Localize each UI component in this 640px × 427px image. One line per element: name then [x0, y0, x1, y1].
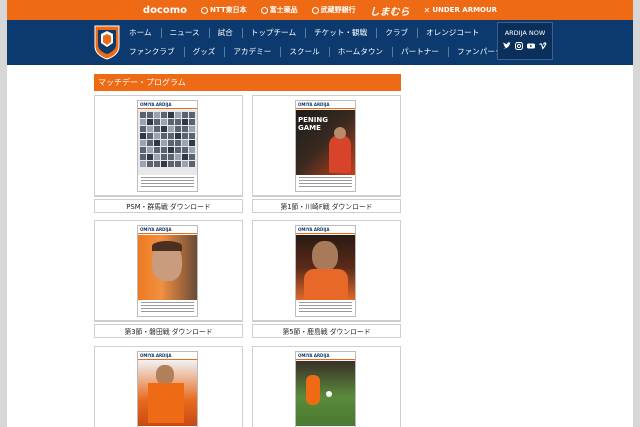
- nav-match[interactable]: 試合: [208, 28, 242, 38]
- program-card[interactable]: OMIYA ARDIJA PSM・群馬戦 ダウンロード: [94, 95, 243, 213]
- cover-ball: [326, 391, 332, 397]
- nav-row-secondary: ファンクラブ グッズ アカデミー スクール ホームタウン パートナー ファンパー…: [129, 47, 512, 57]
- cover-masthead: OMIYA ARDIJA: [296, 352, 355, 360]
- program-card[interactable]: OMIYA ARDIJA 第5節・鹿島戦 ダウンロード: [252, 220, 401, 338]
- cover-player-figure: [329, 135, 351, 173]
- program-download-link[interactable]: 第1節・川崎F戦 ダウンロード: [252, 199, 401, 213]
- cover-photo: PENING GAME: [296, 110, 355, 175]
- program-card[interactable]: OMIYA ARDIJA PENING GAME 第1節・川崎F戦 ダウンロード: [252, 95, 401, 213]
- cover-player-hair: [152, 241, 182, 251]
- cover-footer: [138, 300, 197, 316]
- cover-player-body: [304, 269, 348, 301]
- cover-photo: [296, 235, 355, 301]
- club-crest-logo[interactable]: [94, 24, 120, 60]
- cover-player-face: [156, 365, 174, 385]
- twitter-icon[interactable]: [503, 42, 511, 50]
- page-frame: docomo NTT東日本 富士薬品 武蔵野銀行 しまむら ✕ UNDER ARM…: [7, 0, 633, 427]
- program-thumb-area: OMIYA ARDIJA: [95, 221, 242, 321]
- cover-player-body: [148, 383, 184, 423]
- cover-masthead: OMIYA ARDIJA: [138, 101, 197, 109]
- section-title: マッチデー・プログラム: [94, 74, 401, 91]
- ardija-now-label: ARDIJA NOW: [504, 29, 546, 37]
- sponsor-shimamura[interactable]: しまむら: [370, 3, 410, 18]
- cover-photo: [138, 361, 197, 426]
- ardija-now-box[interactable]: ARDIJA NOW: [497, 22, 553, 60]
- sponsor-underarmour-label: UNDER ARMOUR: [432, 6, 498, 14]
- program-thumb-area: OMIYA ARDIJA: [95, 347, 242, 427]
- cover-player-face: [312, 241, 338, 271]
- main-nav: ホーム ニュース 試合 トップチーム チケット・観戦 クラブ オレンジコート フ…: [7, 20, 633, 65]
- program-cover-image[interactable]: OMIYA ARDIJA: [295, 225, 356, 317]
- vimeo-icon[interactable]: [539, 42, 547, 50]
- cover-photo: [138, 110, 197, 175]
- sponsor-musashino[interactable]: 武蔵野銀行: [311, 5, 356, 15]
- fujiyakuhin-logo-icon: [260, 6, 268, 14]
- cover-photo: [138, 235, 197, 300]
- nav-fan-club[interactable]: ファンクラブ: [129, 47, 184, 57]
- program-card[interactable]: OMIYA ARDIJA: [94, 346, 243, 427]
- cover-headline: PENING GAME: [298, 116, 328, 132]
- sponsor-docomo[interactable]: docomo: [143, 5, 187, 16]
- cover-masthead: OMIYA ARDIJA: [296, 226, 355, 234]
- musashino-logo-icon: [311, 6, 319, 14]
- youtube-icon[interactable]: [527, 42, 535, 50]
- cover-player-figure: [306, 375, 320, 405]
- underarmour-logo-icon: ✕: [423, 5, 431, 15]
- cover-masthead: OMIYA ARDIJA: [138, 226, 197, 234]
- program-cover-image[interactable]: OMIYA ARDIJA: [295, 351, 356, 427]
- program-card[interactable]: OMIYA ARDIJA 第3節・磐田戦 ダウンロード: [94, 220, 243, 338]
- nav-row-primary: ホーム ニュース 試合 トップチーム チケット・観戦 クラブ オレンジコート: [129, 28, 488, 38]
- program-download-link[interactable]: PSM・群馬戦 ダウンロード: [94, 199, 243, 213]
- sponsor-ntt-label: NTT東日本: [210, 6, 247, 14]
- cover-masthead: OMIYA ARDIJA: [138, 352, 197, 360]
- cover-photo: [296, 361, 355, 426]
- cover-footer: [296, 175, 355, 191]
- nav-partner[interactable]: パートナー: [392, 47, 448, 57]
- program-thumb-area: OMIYA ARDIJA: [95, 96, 242, 196]
- nav-home[interactable]: ホーム: [129, 28, 161, 38]
- nav-hometown[interactable]: ホームタウン: [328, 47, 392, 57]
- program-cover-image[interactable]: OMIYA ARDIJA: [137, 225, 198, 317]
- program-cover-image[interactable]: OMIYA ARDIJA: [137, 100, 198, 192]
- nav-club[interactable]: クラブ: [376, 28, 417, 38]
- program-card[interactable]: OMIYA ARDIJA: [252, 346, 401, 427]
- sponsor-musashino-label: 武蔵野銀行: [320, 6, 356, 14]
- sponsor-ntt[interactable]: NTT東日本: [201, 5, 247, 15]
- sponsor-underarmour[interactable]: ✕ UNDER ARMOUR: [424, 6, 497, 15]
- cover-masthead: OMIYA ARDIJA: [296, 101, 355, 109]
- program-cover-image[interactable]: OMIYA ARDIJA PENING GAME: [295, 100, 356, 192]
- nav-school[interactable]: スクール: [280, 47, 328, 57]
- cover-footer: [296, 300, 355, 316]
- ntt-logo-icon: [201, 6, 209, 14]
- nav-goods[interactable]: グッズ: [183, 47, 225, 57]
- sponsor-bar: docomo NTT東日本 富士薬品 武蔵野銀行 しまむら ✕ UNDER ARM…: [7, 0, 633, 20]
- cover-player-face: [334, 127, 346, 139]
- cover-footer: [138, 175, 197, 191]
- program-download-link[interactable]: 第3節・磐田戦 ダウンロード: [94, 324, 243, 338]
- sponsor-fujiyakuhin[interactable]: 富士薬品: [260, 5, 298, 15]
- social-links: [498, 42, 552, 50]
- nav-news[interactable]: ニュース: [160, 28, 209, 38]
- program-download-link[interactable]: 第5節・鹿島戦 ダウンロード: [252, 324, 401, 338]
- nav-tickets[interactable]: チケット・観戦: [305, 28, 376, 38]
- instagram-icon[interactable]: [515, 42, 523, 50]
- program-thumb-area: OMIYA ARDIJA PENING GAME: [253, 96, 400, 196]
- program-thumb-area: OMIYA ARDIJA: [253, 347, 400, 427]
- nav-top-team[interactable]: トップチーム: [241, 28, 305, 38]
- nav-orange-court[interactable]: オレンジコート: [417, 28, 488, 38]
- program-thumb-area: OMIYA ARDIJA: [253, 221, 400, 321]
- program-cover-image[interactable]: OMIYA ARDIJA: [137, 351, 198, 427]
- cover-photo-grid: [138, 110, 197, 169]
- sponsor-fujiyakuhin-label: 富士薬品: [269, 6, 298, 14]
- nav-academy[interactable]: アカデミー: [224, 47, 280, 57]
